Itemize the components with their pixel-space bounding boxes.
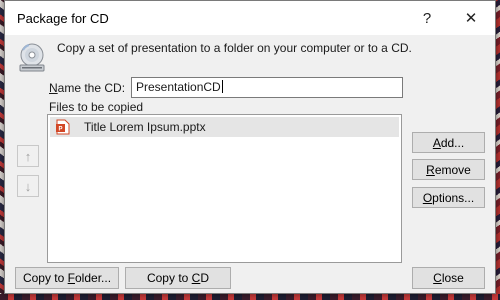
wallpaper-bottom-edge (0, 294, 500, 300)
help-button[interactable]: ? (405, 1, 449, 35)
close-window-button[interactable]: ✕ (449, 1, 493, 35)
remove-button[interactable]: Remove (412, 159, 485, 180)
package-for-cd-dialog: Package for CD ? ✕ Copy a set of present… (4, 0, 496, 294)
help-icon: ? (422, 9, 432, 27)
list-item[interactable]: P Title Lorem Ipsum.pptx (50, 117, 399, 137)
svg-text:P: P (58, 127, 62, 133)
file-name: Title Lorem Ipsum.pptx (84, 120, 206, 134)
move-up-button[interactable]: ↑ (17, 145, 39, 167)
dialog-title: Package for CD (17, 11, 109, 26)
files-to-copy-label: Files to be copied (49, 100, 144, 114)
arrow-down-icon: ↓ (24, 178, 32, 194)
cd-name-label: Name the CD: (49, 81, 126, 95)
add-button[interactable]: Add... (412, 132, 485, 153)
pptx-file-icon: P (56, 119, 70, 135)
cd-icon (19, 43, 45, 72)
copy-to-folder-button[interactable]: Copy to Folder... (15, 267, 119, 289)
title-bar: Package for CD ? ✕ (5, 1, 495, 35)
dialog-description: Copy a set of presentation to a folder o… (57, 41, 412, 55)
options-button[interactable]: Options... (412, 187, 485, 208)
close-button[interactable]: Close (412, 267, 485, 289)
text-caret (221, 80, 223, 93)
move-down-button[interactable]: ↓ (17, 175, 39, 197)
files-list[interactable]: P Title Lorem Ipsum.pptx (47, 114, 402, 263)
cd-name-input[interactable]: PresentationCD (131, 77, 403, 98)
copy-to-cd-button[interactable]: Copy to CD (125, 267, 231, 289)
arrow-up-icon: ↑ (24, 148, 32, 164)
close-icon: ✕ (464, 10, 478, 27)
